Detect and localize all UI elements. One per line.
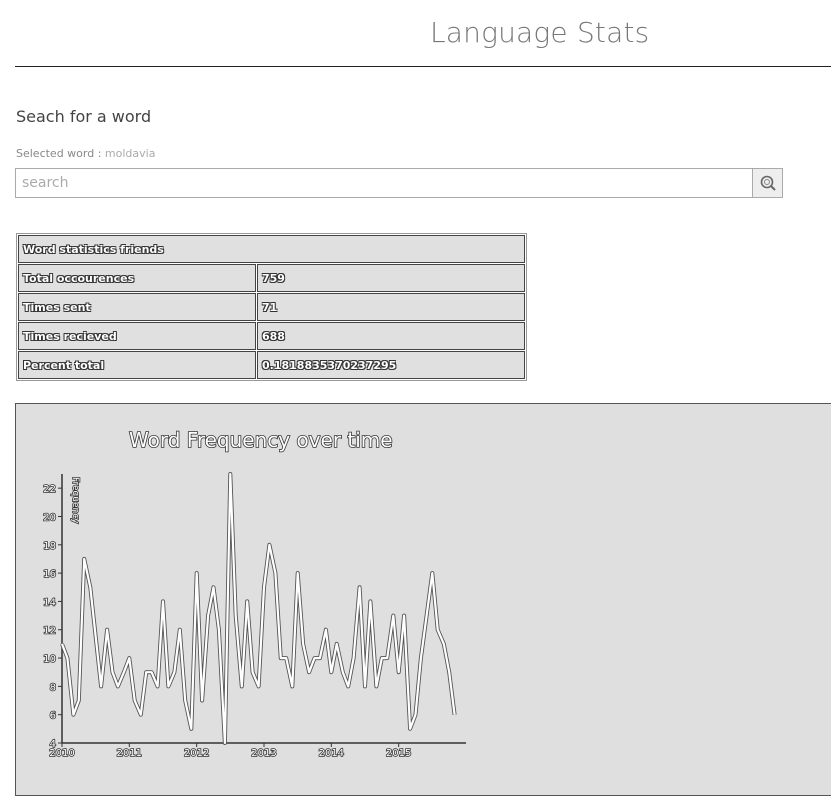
search-input[interactable] bbox=[15, 168, 752, 198]
stats-label: Times recieved bbox=[18, 322, 256, 350]
y-axis-label: Frequency bbox=[70, 477, 80, 524]
y-tick-label: 22 bbox=[43, 484, 56, 495]
stats-value: 71 bbox=[257, 293, 525, 321]
y-tick-label: 16 bbox=[43, 569, 56, 580]
chart-title: Word Frequency over time bbox=[129, 428, 393, 452]
y-tick-label: 8 bbox=[50, 682, 56, 693]
stats-row-percent: Percent total 0.1818835370237295 bbox=[18, 351, 525, 379]
stats-row-sent: Times sent 71 bbox=[18, 293, 525, 321]
y-tick-label: 14 bbox=[43, 597, 56, 608]
y-tick-label: 6 bbox=[50, 711, 56, 722]
y-tick-label: 12 bbox=[43, 626, 56, 637]
frequency-chart: Word Frequency over time Frequency 46810… bbox=[42, 427, 466, 760]
selected-word-label: Selected word : bbox=[16, 147, 102, 160]
stats-value: 0.1818835370237295 bbox=[257, 351, 525, 379]
stats-value: 759 bbox=[257, 264, 525, 292]
word-stats-table: Word statistics friends Total occourence… bbox=[16, 233, 527, 381]
y-tick-label: 20 bbox=[43, 512, 56, 523]
stats-row-total: Total occourences 759 bbox=[18, 264, 525, 292]
selected-word-value: moldavia bbox=[104, 147, 156, 160]
x-tick-label: 2015 bbox=[386, 748, 411, 759]
y-tick-label: 10 bbox=[43, 654, 56, 665]
stats-label: Times sent bbox=[18, 293, 256, 321]
x-tick-label: 2010 bbox=[49, 748, 74, 759]
stats-label: Percent total bbox=[18, 351, 256, 379]
title-divider bbox=[15, 66, 831, 67]
search-icon bbox=[760, 175, 776, 191]
x-tick-label: 2014 bbox=[319, 748, 344, 759]
stats-value: 688 bbox=[257, 322, 525, 350]
x-tick-label: 2013 bbox=[251, 748, 276, 759]
search-bar bbox=[15, 168, 783, 198]
series-line bbox=[60, 472, 456, 745]
stats-label: Total occourences bbox=[18, 264, 256, 292]
stats-table-header-row: Word statistics friends bbox=[18, 235, 525, 263]
selected-word-line: Selected word : moldavia bbox=[16, 147, 155, 160]
search-heading: Seach for a word bbox=[16, 107, 152, 126]
stats-table-title: Word statistics friends bbox=[18, 235, 525, 263]
search-button[interactable] bbox=[752, 168, 783, 198]
y-tick-label: 18 bbox=[43, 541, 56, 552]
page-title: Language Stats bbox=[430, 16, 650, 49]
frequency-chart-panel: Word Frequency over time Frequency 4 6 8 10… bbox=[15, 403, 831, 796]
stats-row-received: Times recieved 688 bbox=[18, 322, 525, 350]
x-tick-label: 2011 bbox=[117, 748, 142, 759]
series-line-outline bbox=[60, 472, 457, 745]
x-tick-label: 2012 bbox=[184, 748, 209, 759]
